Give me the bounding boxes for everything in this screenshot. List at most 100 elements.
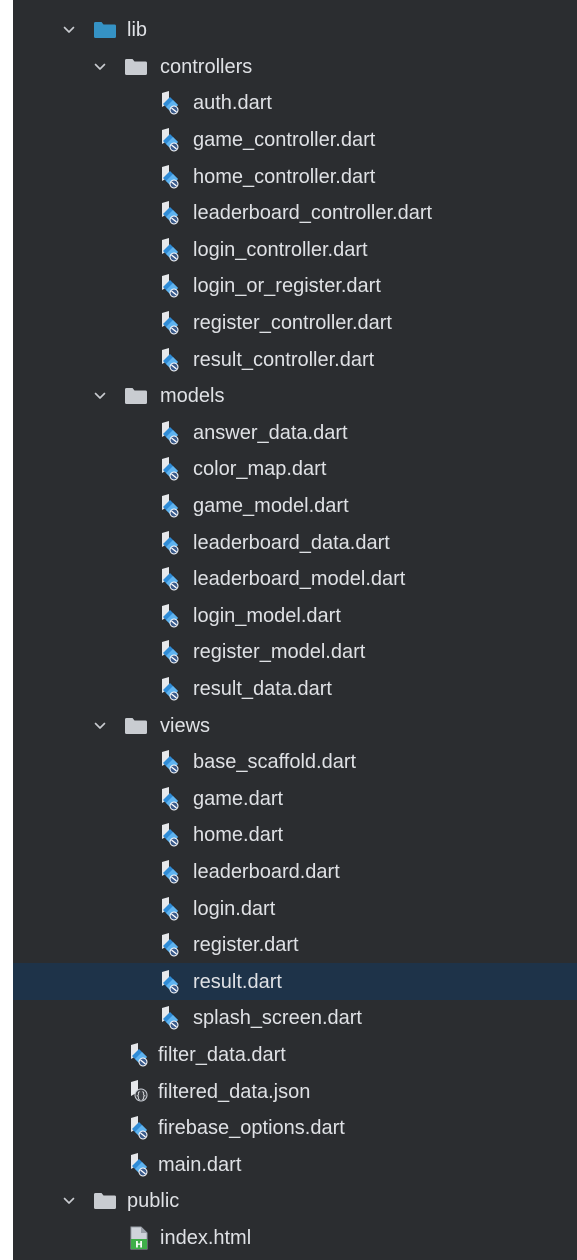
file-row[interactable]: splash_screen.dart	[13, 1000, 577, 1037]
folder-icon	[94, 1193, 116, 1210]
file-row[interactable]: result_data.dart	[13, 671, 577, 708]
file-label: result.dart	[193, 970, 282, 993]
dart-file-icon	[130, 1116, 148, 1140]
chevron-down-icon[interactable]	[63, 24, 75, 36]
file-row[interactable]: register_model.dart	[13, 634, 577, 671]
file-row[interactable]: login_model.dart	[13, 598, 577, 635]
file-label: login_controller.dart	[193, 238, 368, 261]
folder-row-lib[interactable]: lib	[13, 12, 577, 49]
file-row[interactable]: game_model.dart	[13, 488, 577, 525]
dart-file-icon	[161, 128, 179, 152]
file-row[interactable]: leaderboard_data.dart	[13, 524, 577, 561]
file-label: answer_data.dart	[193, 421, 348, 444]
file-label: base_scaffold.dart	[193, 751, 357, 774]
left-margin	[0, 0, 13, 1260]
file-row[interactable]: register_controller.dart	[13, 305, 577, 342]
dart-file-icon	[161, 969, 179, 994]
file-row[interactable]: login_controller.dart	[13, 232, 577, 269]
folder-label: lib	[127, 19, 148, 42]
folder-icon	[125, 58, 147, 75]
dart-file-icon	[161, 274, 179, 298]
file-row[interactable]: register.dart	[13, 927, 577, 964]
file-row[interactable]: login_or_register.dart	[13, 268, 577, 305]
dart-file-icon	[161, 640, 179, 664]
file-label: home_controller.dart	[193, 165, 376, 188]
file-label: auth.dart	[193, 92, 272, 115]
file-row[interactable]: auth.dart	[13, 85, 577, 122]
dart-file-icon	[130, 1042, 148, 1067]
dart-file-icon	[161, 91, 179, 115]
dart-file-icon	[161, 347, 179, 372]
dart-file-icon	[161, 603, 179, 628]
file-label: filter_data.dart	[158, 1043, 286, 1066]
file-label: game.dart	[193, 787, 284, 810]
folder-icon	[125, 717, 147, 734]
file-row[interactable]: main.dart	[13, 1146, 577, 1183]
chevron-down-icon[interactable]	[94, 720, 106, 732]
file-label: leaderboard.dart	[193, 860, 340, 883]
file-label: login_model.dart	[193, 604, 341, 627]
file-label: filtered_data.json	[158, 1080, 311, 1103]
file-row[interactable]: home_controller.dart	[13, 158, 577, 195]
file-label: home.dart	[193, 824, 284, 847]
dart-file-icon	[161, 457, 179, 481]
dart-file-icon	[161, 420, 179, 445]
file-label: game_controller.dart	[193, 129, 376, 152]
dart-file-icon	[161, 1006, 179, 1030]
dart-file-icon	[161, 750, 179, 774]
dart-file-icon	[161, 201, 179, 225]
svg-text:{}: {}	[136, 1091, 147, 1101]
file-tree: lib controllers auth.dart game_controller.d…	[13, 12, 577, 1256]
file-row[interactable]: leaderboard_controller.dart	[13, 195, 577, 232]
file-row[interactable]: game.dart	[13, 780, 577, 817]
file-label: result_controller.dart	[193, 348, 375, 371]
json-file-icon: {}	[130, 1079, 148, 1104]
file-row[interactable]: game_controller.dart	[13, 122, 577, 159]
dart-file-icon	[161, 164, 179, 189]
svg-text:H: H	[135, 1240, 143, 1250]
dart-file-icon	[161, 567, 179, 591]
file-row[interactable]: base_scaffold.dart	[13, 744, 577, 781]
file-row[interactable]: leaderboard.dart	[13, 854, 577, 891]
file-label: result_data.dart	[193, 677, 332, 700]
file-row[interactable]: result.dart	[13, 963, 577, 1001]
file-row[interactable]: color_map.dart	[13, 451, 577, 488]
file-label: firebase_options.dart	[158, 1117, 345, 1140]
chevron-down-icon[interactable]	[94, 390, 106, 402]
dart-file-icon	[130, 1152, 148, 1177]
file-label: login_or_register.dart	[193, 275, 381, 298]
file-label: main.dart	[158, 1153, 242, 1176]
file-row[interactable]: Hindex.html	[13, 1220, 577, 1257]
folder-icon	[125, 388, 147, 405]
file-row[interactable]: result_controller.dart	[13, 341, 577, 378]
project-tree-panel: lib controllers auth.dart game_controller.d…	[0, 0, 577, 1260]
folder-icon	[94, 22, 116, 39]
file-label: leaderboard_model.dart	[193, 568, 406, 591]
html-file-icon: H	[130, 1226, 148, 1250]
folder-row-views[interactable]: views	[13, 707, 577, 744]
file-row[interactable]: answer_data.dart	[13, 415, 577, 452]
file-label: game_model.dart	[193, 495, 349, 518]
chevron-down-icon[interactable]	[63, 1195, 75, 1207]
folder-label: models	[160, 385, 225, 408]
file-row[interactable]: leaderboard_model.dart	[13, 561, 577, 598]
file-row[interactable]: home.dart	[13, 817, 577, 854]
dart-file-icon	[161, 896, 179, 921]
folder-label: views	[160, 714, 211, 737]
dart-file-icon	[161, 786, 179, 811]
dart-file-icon	[161, 530, 179, 555]
chevron-down-icon[interactable]	[94, 61, 106, 73]
file-row[interactable]: filter_data.dart	[13, 1037, 577, 1074]
dart-file-icon	[161, 494, 179, 518]
file-row[interactable]: {} filtered_data.json	[13, 1073, 577, 1110]
dart-file-icon	[161, 933, 179, 957]
dart-file-icon	[161, 823, 179, 847]
folder-row-public[interactable]: public	[13, 1183, 577, 1220]
dart-file-icon	[161, 237, 179, 262]
file-row[interactable]: login.dart	[13, 890, 577, 927]
file-row[interactable]: firebase_options.dart	[13, 1110, 577, 1147]
file-label: register.dart	[193, 934, 299, 957]
folder-row-models[interactable]: models	[13, 378, 577, 415]
file-label: leaderboard_controller.dart	[193, 202, 433, 225]
folder-row-controllers[interactable]: controllers	[13, 49, 577, 86]
